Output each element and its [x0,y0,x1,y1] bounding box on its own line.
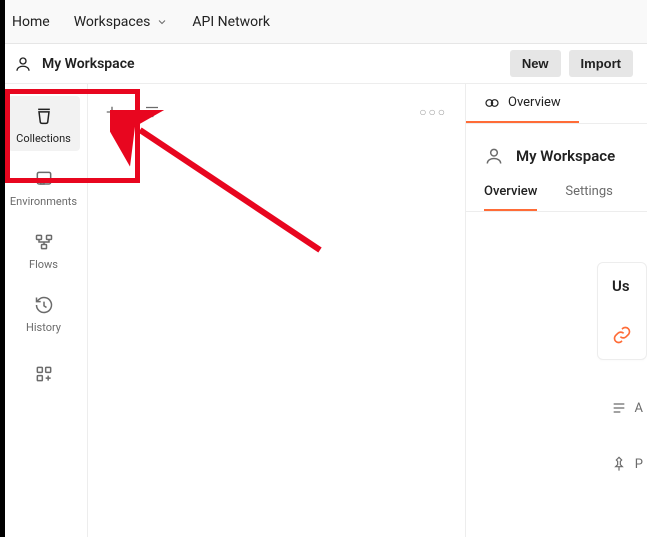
chevron-down-icon [156,16,168,28]
tab-overview-label: Overview [508,95,561,110]
import-button[interactable]: Import [569,50,633,77]
subtabs: Overview Settings [466,174,647,212]
right-panel: Overview My Workspace Overview Settings … [466,84,647,537]
rail-history-label: History [26,321,61,334]
right-workspace-title: My Workspace [516,147,615,165]
tab-bar: Overview [466,84,647,124]
rail-history[interactable]: History [8,285,80,340]
grid-plus-icon [34,364,54,384]
flows-icon [34,232,54,252]
card: Us [597,262,647,360]
subtab-settings[interactable]: Settings [565,184,612,211]
meta-a-label: A [635,401,643,416]
collections-icon [34,106,54,126]
card-title: Us [612,277,630,295]
rail-collections-label: Collections [16,132,71,145]
lines-icon [611,400,627,416]
meta-row-p: P [611,456,647,472]
nav-workspaces-label: Workspaces [74,14,151,30]
rail-environments[interactable]: Environments [8,159,80,214]
more-options[interactable]: ○○○ [419,105,457,119]
rail-collections[interactable]: Collections [8,96,80,151]
left-rail: Collections Environments Flows History [0,84,88,537]
pin-icon [611,456,627,472]
rail-add[interactable] [8,354,80,390]
subtab-overview[interactable]: Overview [484,184,537,211]
new-button[interactable]: New [510,50,561,77]
meta-p-label: P [635,457,643,472]
history-icon [34,295,54,315]
person-icon [484,146,504,166]
meta-row-a: A [611,400,647,416]
nav-api-network[interactable]: API Network [192,14,270,30]
person-icon [14,55,32,73]
mid-panel: ○○○ [88,84,466,537]
top-nav: Home Workspaces API Network [0,0,647,44]
tab-overview[interactable]: Overview [466,84,579,123]
filter-button[interactable] [136,96,168,128]
rail-flows[interactable]: Flows [8,222,80,277]
plus-icon [103,103,121,121]
nav-home[interactable]: Home [12,14,50,30]
workspace-title: My Workspace [42,56,135,72]
overview-icon [484,95,500,111]
nav-workspaces[interactable]: Workspaces [74,14,169,30]
rail-environments-label: Environments [10,195,77,208]
add-button[interactable] [96,96,128,128]
workspace-header: My Workspace New Import [0,44,647,84]
filter-icon [143,103,161,121]
rail-flows-label: Flows [29,258,58,271]
link-icon [612,325,632,345]
environments-icon [34,169,54,189]
